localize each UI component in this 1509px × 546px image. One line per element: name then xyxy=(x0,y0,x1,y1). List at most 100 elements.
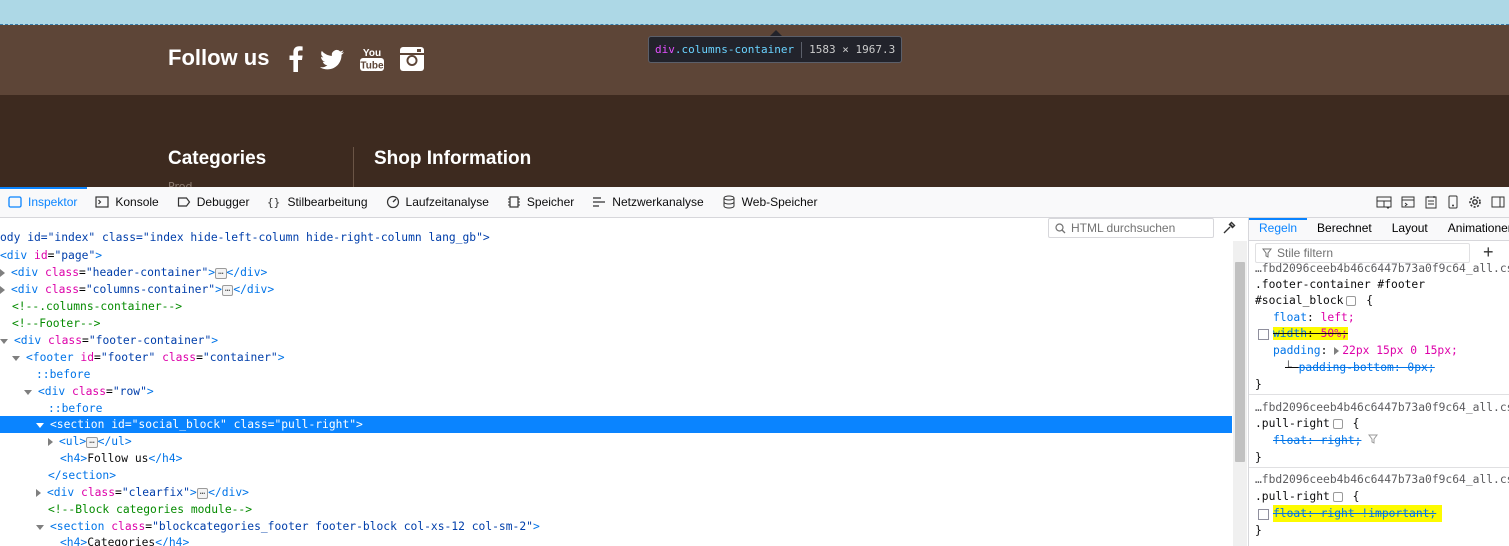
tab-memory[interactable]: Speicher xyxy=(499,187,584,217)
add-rule-button[interactable]: + xyxy=(1483,242,1494,263)
expand-arrow-icon[interactable] xyxy=(0,286,5,294)
tab-network[interactable]: Netzwerkanalyse xyxy=(584,187,713,217)
markup-line[interactable]: <h4>Categories</h4> xyxy=(0,534,1232,546)
markup-line[interactable]: ::before xyxy=(0,366,1232,383)
tab-computed[interactable]: Berechnet xyxy=(1307,218,1382,240)
rule-selector-line: .pull-right { xyxy=(1255,489,1359,505)
tab-storage[interactable]: Web-Speicher xyxy=(714,187,828,217)
markup-line[interactable]: <div id="page"> xyxy=(0,247,1232,264)
collapse-arrow-icon[interactable] xyxy=(36,422,44,428)
tab-style-editor[interactable]: {} Stilbearbeitung xyxy=(259,187,377,217)
eyedropper-icon[interactable] xyxy=(1222,221,1236,235)
markup-line[interactable]: </section> xyxy=(0,467,1232,484)
mobile-icon[interactable] xyxy=(1447,195,1459,209)
markup-line[interactable]: <div class="row"> xyxy=(0,383,1232,400)
node-highlight-icon[interactable] xyxy=(1332,492,1343,502)
markup-line[interactable]: <section class="blockcategories_footer f… xyxy=(0,518,1232,535)
youtube-icon[interactable]: You Tube xyxy=(358,45,386,73)
attr-name: class xyxy=(45,283,80,296)
declaration-checkbox[interactable] xyxy=(1258,508,1269,520)
tag-name: <section xyxy=(50,520,105,533)
expand-arrow-icon[interactable] xyxy=(36,489,41,497)
settings-icon[interactable] xyxy=(1468,195,1482,209)
tab-layout[interactable]: Layout xyxy=(1382,218,1438,240)
property-value: 22px 15px 0 15px; xyxy=(1342,344,1458,357)
declaration-float[interactable]: float: left; xyxy=(1273,310,1355,326)
collapsed-ellipsis-icon[interactable]: … xyxy=(221,284,234,296)
markup-line[interactable]: ::before xyxy=(0,400,1232,417)
categories-heading: Categories xyxy=(168,148,267,169)
attr-value: "header-container" xyxy=(85,266,209,279)
attr-name: id xyxy=(34,249,48,262)
twitter-icon[interactable] xyxy=(318,45,346,73)
tab-label: Debugger xyxy=(196,195,250,209)
rule-selector: #social_block xyxy=(1255,294,1344,307)
layout-toggle-icon[interactable] xyxy=(1376,195,1392,209)
responsive-icon[interactable] xyxy=(1401,195,1415,209)
declaration-padding-bottom: └ padding-bottom: 0px; xyxy=(1285,360,1435,376)
categories-first-item[interactable]: Prod xyxy=(168,180,208,187)
markup-line[interactable]: <footer id="footer" class="container"> xyxy=(0,349,1232,366)
tab-debugger[interactable]: Debugger xyxy=(169,187,260,217)
tab-rules[interactable]: Regeln xyxy=(1249,218,1308,240)
declaration-float-important[interactable]: float: right !important; xyxy=(1258,505,1443,522)
page-viewport: Follow us You Tube Categories Shop Infor… xyxy=(0,0,1509,187)
collapse-arrow-icon[interactable] xyxy=(24,389,32,395)
node-highlight-icon[interactable] xyxy=(1332,419,1343,429)
facebook-icon[interactable] xyxy=(282,45,310,73)
collapse-arrow-icon[interactable] xyxy=(12,355,20,361)
markup-view[interactable]: ody id="index" class="index hide-left-co… xyxy=(0,218,1247,546)
instagram-icon[interactable] xyxy=(398,45,426,73)
rule-source-link[interactable]: …fbd2096ceeb4b46c6447b73a0f9c64_all.css xyxy=(1255,472,1509,488)
tag-end: > xyxy=(215,283,222,296)
markup-line[interactable]: <div class="columns-container">… </div> xyxy=(0,281,1232,298)
html-search-input[interactable]: HTML durchsuchen xyxy=(1048,218,1214,238)
markup-line[interactable]: <!--Footer--> xyxy=(0,315,1232,332)
declaration-padding[interactable]: padding: 22px 15px 0 15px; xyxy=(1273,343,1458,359)
expand-arrow-icon[interactable] xyxy=(0,269,5,277)
collapsed-ellipsis-icon[interactable]: … xyxy=(86,436,98,448)
markup-scroll-thumb[interactable] xyxy=(1235,262,1245,462)
highlighter-class: .columns-container xyxy=(674,43,795,56)
markup-line[interactable]: <!--.columns-container--> xyxy=(0,298,1232,315)
declaration-width[interactable]: width: 50%; xyxy=(1258,326,1348,342)
dock-icon[interactable] xyxy=(1491,195,1505,209)
filter-styles-input[interactable]: Stile filtern xyxy=(1255,243,1470,263)
declaration-float-right[interactable]: float: right; xyxy=(1273,433,1379,449)
tab-console[interactable]: Konsole xyxy=(87,187,168,217)
tab-performance[interactable]: Laufzeitanalyse xyxy=(378,187,499,217)
tab-inspector[interactable]: Inspektor xyxy=(0,187,88,217)
markup-line[interactable]: <h4>Follow us</h4> xyxy=(0,450,1232,467)
tab-animations[interactable]: Animationen xyxy=(1438,218,1509,240)
markup-line[interactable]: <ul>… </ul> xyxy=(0,433,1232,450)
rule-close-brace: } xyxy=(1255,378,1262,391)
markup-line[interactable]: <div class="header-container">… </div> xyxy=(0,264,1232,281)
collapsed-ellipsis-icon[interactable]: … xyxy=(215,267,227,279)
node-highlight-icon[interactable] xyxy=(1346,296,1357,306)
markup-line-selected[interactable]: <section id="social_block" class="pull-r… xyxy=(0,416,1232,433)
rule-selector-line: #social_block { xyxy=(1255,293,1373,309)
screenshot-icon[interactable] xyxy=(1424,195,1438,209)
collapse-arrow-icon[interactable] xyxy=(0,338,8,344)
rule-source-link[interactable]: …fbd2096ceeb4b46c6447b73a0f9c64_all.css xyxy=(1255,261,1509,277)
highlighted-declaration: width: 50%; xyxy=(1273,327,1348,340)
property-name: padding xyxy=(1273,344,1321,357)
filter-placeholder: Stile filtern xyxy=(1277,246,1334,260)
markup-line[interactable]: <div class="clearfix">… </div> xyxy=(0,484,1232,501)
rule-source-link[interactable]: …fbd2096ceeb4b46c6447b73a0f9c64_all.css xyxy=(1255,400,1509,416)
performance-icon xyxy=(386,195,399,209)
collapse-arrow-icon[interactable] xyxy=(36,524,44,530)
filter-rule-icon[interactable] xyxy=(1368,434,1379,444)
declaration-checkbox[interactable] xyxy=(1258,328,1269,340)
rule-selector: .pull-right xyxy=(1255,490,1330,503)
tag-name: <div xyxy=(11,283,39,296)
attr-name: class xyxy=(162,351,197,364)
attr-name: class xyxy=(48,334,83,347)
expand-shorthand-icon[interactable] xyxy=(1334,347,1340,355)
collapsed-ellipsis-icon[interactable]: … xyxy=(196,487,209,499)
comment: <!--Footer--> xyxy=(12,317,101,330)
columns-container-highlight xyxy=(0,0,1509,25)
markup-line[interactable]: <div class="footer-container"> xyxy=(0,332,1232,349)
markup-line[interactable]: <!--Block categories module--> xyxy=(0,501,1232,518)
expand-arrow-icon[interactable] xyxy=(48,438,53,446)
